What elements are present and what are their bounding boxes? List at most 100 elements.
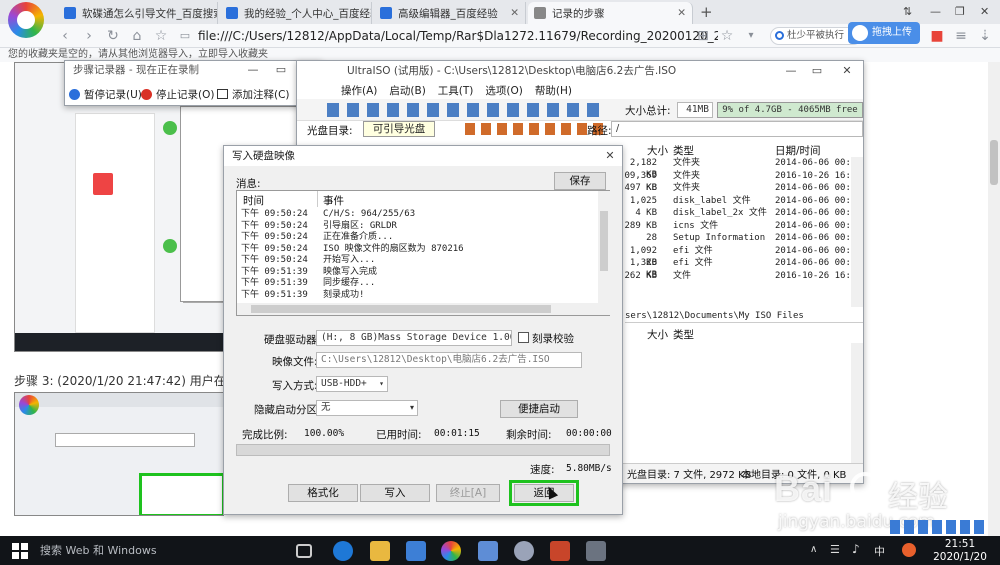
- close-button[interactable]: ✕: [835, 61, 859, 81]
- log-event: ISO 映像文件的扇区数为 870216: [323, 243, 464, 254]
- drive-select[interactable]: (H:, 8 GB)Mass Storage Device 1.00: [316, 330, 512, 346]
- lower-list-scrollbar[interactable]: [851, 343, 863, 463]
- tab-recorded-steps[interactable]: 记录的步骤 ✕: [528, 2, 693, 24]
- menu-tools[interactable]: 工具(T): [438, 83, 474, 97]
- log-event: 刻录成功!: [323, 289, 365, 300]
- maximize-button[interactable]: ▭: [269, 60, 293, 80]
- file-explorer-icon[interactable]: [370, 541, 390, 561]
- file-toolbar-icons[interactable]: [465, 123, 605, 135]
- column-date[interactable]: 日期/时间: [775, 143, 821, 158]
- stop-record-button[interactable]: 停止记录(O): [141, 85, 214, 103]
- windows-start-icon[interactable]: [12, 543, 28, 559]
- restore-button[interactable]: ❐: [955, 5, 965, 18]
- file-row[interactable]: 1,092 KB efi 文件 2014-06-06 00:00: [617, 245, 862, 268]
- tray-up-icon[interactable]: ∧: [810, 544, 817, 555]
- apps-icon[interactable]: ■: [928, 27, 946, 45]
- home-icon[interactable]: ⌂: [128, 27, 146, 45]
- forward-icon[interactable]: ›: [80, 27, 98, 45]
- minimize-button[interactable]: —: [779, 61, 803, 81]
- add-comment-button[interactable]: 添加注释(C): [217, 85, 290, 103]
- window-taskbar-icon[interactable]: [586, 541, 606, 561]
- tab-list-icon[interactable]: ⇅: [903, 5, 912, 18]
- tab-my-jingyan[interactable]: 我的经验_个人中心_百度经验✕: [220, 2, 372, 24]
- speed-value: 5.80MB/s: [566, 463, 612, 474]
- column-type[interactable]: 类型: [673, 143, 694, 158]
- save-button[interactable]: 保存: [554, 172, 606, 190]
- clock-time[interactable]: 21:51: [932, 538, 988, 550]
- drag-upload-button[interactable]: 拖拽上传: [848, 22, 920, 44]
- tab-favicon-icon: [226, 7, 238, 19]
- tab-advanced-editor[interactable]: 高级编辑器_百度经验 ✕: [374, 2, 526, 24]
- close-window-button[interactable]: ✕: [980, 5, 989, 18]
- store-icon[interactable]: [406, 541, 426, 561]
- log-header-time[interactable]: 时间: [243, 193, 264, 208]
- tab-close-icon[interactable]: ✕: [502, 7, 519, 19]
- file-row[interactable]: 497 KB 文件夹 2014-06-06 00:00: [617, 182, 861, 194]
- convenient-boot-button[interactable]: 便捷启动: [500, 400, 578, 418]
- app-taskbar-icon[interactable]: [550, 541, 570, 561]
- browser-logo-icon[interactable]: [8, 2, 44, 38]
- minimize-button[interactable]: —: [241, 60, 265, 80]
- file-row[interactable]: 4 KB disk_label_2x 文件 2014-06-06 00:00: [617, 207, 861, 219]
- menu-action[interactable]: 操作(A): [341, 83, 377, 97]
- write-button[interactable]: 写入: [360, 484, 430, 502]
- grid-icon[interactable]: ⊞: [694, 27, 712, 45]
- new-tab-button[interactable]: +: [700, 3, 713, 21]
- lower-column-type[interactable]: 类型: [673, 327, 694, 342]
- refresh-icon[interactable]: ↻: [104, 27, 122, 45]
- back-button[interactable]: 返回: [514, 484, 574, 502]
- pause-record-button[interactable]: 暂停记录(U): [69, 85, 142, 103]
- tray-app-icon[interactable]: [902, 543, 916, 557]
- dialog-close-button[interactable]: ✕: [598, 146, 622, 166]
- volume-icon[interactable]: ♪: [852, 542, 860, 556]
- clock-date[interactable]: 2020/1/20: [932, 551, 988, 563]
- tab-baidu-search[interactable]: 软碟通怎么引导文件_百度搜索✕: [58, 2, 218, 24]
- verify-checkbox[interactable]: [518, 332, 529, 343]
- taskbar-search[interactable]: 搜索 Web 和 Windows: [40, 542, 280, 560]
- page-scroll-thumb[interactable]: [990, 140, 998, 185]
- favorite-icon[interactable]: ☆: [718, 27, 736, 45]
- file-row[interactable]: 1,320 KB efi 文件 2014-06-06 00:00: [617, 257, 862, 280]
- file-row[interactable]: 2,182 KB 文件夹 2014-06-06 00:00: [617, 157, 862, 180]
- steps-recorder-taskbar-icon[interactable]: [478, 541, 498, 561]
- network-icon[interactable]: ☰: [830, 543, 840, 556]
- menu-help[interactable]: 帮助(H): [535, 83, 572, 97]
- file-list-scrollbar[interactable]: [851, 157, 863, 307]
- menu-icon[interactable]: ≡: [952, 27, 970, 45]
- browser-taskbar-icon[interactable]: [441, 541, 461, 561]
- log-scrollbar[interactable]: [598, 191, 610, 315]
- hidden-partition-select[interactable]: 无 ▾: [316, 400, 418, 416]
- column-size[interactable]: 大小: [647, 143, 668, 158]
- address-bar[interactable]: file:///C:/Users/12812/AppData/Local/Tem…: [198, 27, 718, 45]
- dropdown-icon[interactable]: ▾: [742, 27, 760, 45]
- back-icon[interactable]: ‹: [56, 27, 74, 45]
- ultraiso-taskbar-icon[interactable]: [514, 541, 534, 561]
- file-row[interactable]: 262 KB 文件 2016-10-26 16:51: [617, 270, 861, 282]
- minimize-button[interactable]: —: [930, 5, 941, 18]
- bookmark-star-icon[interactable]: ☆: [152, 27, 170, 45]
- menu-options[interactable]: 选项(O): [485, 83, 522, 97]
- log-hscroll-thumb[interactable]: [251, 305, 551, 313]
- lower-column-size[interactable]: 大小: [647, 327, 668, 342]
- file-row[interactable]: 09,369 KB 文件夹 2016-10-26 16:52: [617, 170, 861, 193]
- format-button[interactable]: 格式化: [288, 484, 358, 502]
- stop-button[interactable]: 终止[A]: [436, 484, 500, 502]
- download-icon[interactable]: ⇣: [976, 27, 994, 45]
- file-row[interactable]: 1,025 disk_label 文件 2014-06-06 00:00: [617, 195, 862, 207]
- toolbar-icons[interactable]: [327, 103, 607, 117]
- file-row[interactable]: 289 KB icns 文件 2014-06-06 00:00: [617, 220, 861, 232]
- menu-boot[interactable]: 启动(B): [389, 83, 425, 97]
- log-hscrollbar[interactable]: [237, 303, 598, 315]
- maximize-button[interactable]: ▭: [805, 61, 829, 81]
- file-row[interactable]: 28 Setup Information 2014-06-06 00:00: [617, 232, 862, 244]
- log-scroll-thumb[interactable]: [600, 211, 608, 271]
- image-file-field[interactable]: C:\Users\12812\Desktop\电脑店6.2去广告.ISO: [316, 352, 582, 368]
- edge-icon[interactable]: [333, 541, 353, 561]
- file-date: 2014-06-06 00:00: [775, 233, 862, 243]
- write-method-select[interactable]: USB-HDD+ ▾: [316, 376, 388, 392]
- tab-close-icon[interactable]: ✕: [669, 7, 686, 19]
- path-field[interactable]: /: [611, 121, 863, 137]
- ime-indicator[interactable]: 中: [874, 543, 885, 559]
- task-view-icon[interactable]: [296, 544, 312, 558]
- log-header-event[interactable]: 事件: [323, 193, 344, 208]
